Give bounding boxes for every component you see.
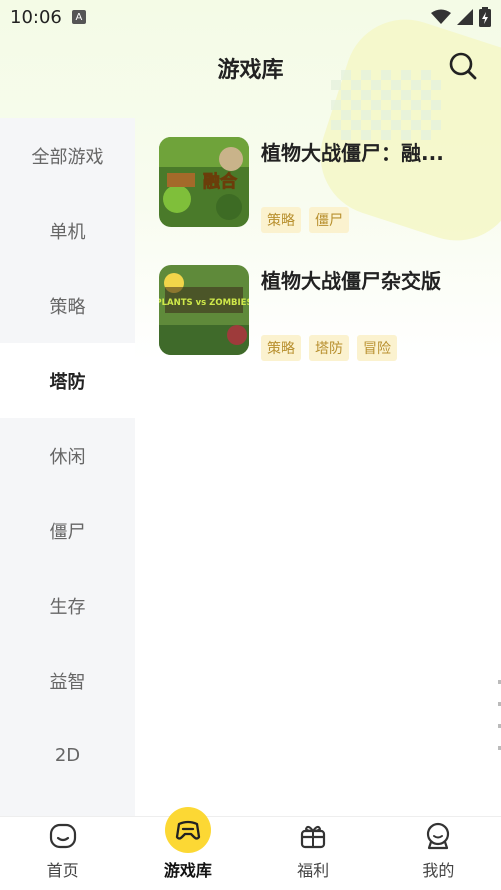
tab-home[interactable]: 首页	[0, 817, 125, 890]
game-tag: 冒险	[357, 335, 397, 361]
status-bar: 10:06 A	[0, 0, 501, 34]
status-left: 10:06 A	[10, 7, 86, 28]
game-thumbnail-image: 融合	[159, 137, 249, 227]
game-tags: 策略 僵尸	[261, 207, 349, 233]
sidebar-item-label: 僵尸	[49, 521, 86, 543]
tab-active-bubble	[164, 807, 211, 853]
sidebar-item-survival[interactable]: 生存	[0, 568, 135, 643]
game-thumbnail: 融合	[159, 137, 249, 227]
sidebar-item-all-games[interactable]: 全部游戏	[0, 118, 135, 193]
game-thumbnail-image: PLANTS vs ZOMBIES	[159, 265, 249, 355]
sidebar-item-casual[interactable]: 休闲	[0, 418, 135, 493]
home-face-icon	[49, 823, 76, 849]
tab-label: 福利	[297, 861, 330, 880]
game-card[interactable]: 融合 植物大战僵尸：融... 策略 僵尸	[159, 137, 479, 233]
wifi-icon	[431, 9, 451, 24]
battery-icon	[479, 7, 491, 27]
sidebar-item-tower-defense[interactable]: 塔防	[0, 343, 135, 418]
tab-game-library[interactable]: 游戏库	[125, 807, 250, 890]
signal-icon	[457, 9, 473, 25]
sidebar-item-zombie[interactable]: 僵尸	[0, 493, 135, 568]
sidebar-item-label: 策略	[49, 296, 86, 318]
page-title: 游戏库	[217, 58, 284, 83]
game-card[interactable]: PLANTS vs ZOMBIES 植物大战僵尸杂交版 策略 塔防 冒险	[159, 265, 479, 361]
app-header: 游戏库	[0, 34, 501, 100]
bottom-tab-bar: 首页 游戏库 福利 我的	[0, 807, 501, 890]
sidebar-item-single-player[interactable]: 单机	[0, 193, 135, 268]
tab-label: 游戏库	[163, 861, 212, 880]
search-button[interactable]	[447, 50, 479, 82]
status-icons	[431, 7, 491, 27]
game-tag: 策略	[261, 207, 301, 233]
sidebar-item-label: 2D	[54, 745, 81, 766]
sidebar-item-puzzle[interactable]: 益智	[0, 643, 135, 718]
tab-mine[interactable]: 我的	[376, 817, 501, 890]
game-thumbnail: PLANTS vs ZOMBIES	[159, 265, 249, 355]
status-time: 10:06	[10, 6, 62, 28]
gift-icon	[301, 825, 326, 849]
sidebar-item-label: 益智	[49, 671, 86, 693]
game-tag: 僵尸	[309, 207, 349, 233]
game-tag: 策略	[261, 335, 301, 361]
game-title: 植物大战僵尸：融...	[261, 141, 444, 165]
tab-label: 我的	[422, 861, 455, 880]
thumbnail-text: PLANTS vs ZOMBIES	[159, 298, 249, 308]
sidebar-item-label: 休闲	[49, 446, 86, 468]
tab-welfare[interactable]: 福利	[251, 817, 376, 890]
search-icon	[449, 52, 477, 80]
sidebar-item-strategy[interactable]: 策略	[0, 268, 135, 343]
sidebar-item-label: 生存	[49, 596, 86, 618]
tab-label: 首页	[46, 861, 79, 880]
sidebar-item-2d[interactable]: 2D	[0, 718, 135, 793]
thumbnail-text: 融合	[203, 171, 238, 192]
category-sidebar: 全部游戏 单机 策略 塔防 休闲 僵尸 生存 益智 2D	[0, 118, 135, 817]
sidebar-item-label: 单机	[49, 221, 86, 243]
profile-icon	[427, 822, 450, 850]
sidebar-item-label: 塔防	[49, 371, 86, 393]
gamepad-icon	[175, 820, 201, 840]
game-tag: 塔防	[309, 335, 349, 361]
sidebar-item-label: 全部游戏	[31, 146, 104, 168]
game-tags: 策略 塔防 冒险	[261, 335, 397, 361]
game-title: 植物大战僵尸杂交版	[261, 269, 441, 293]
notification-icon: A	[71, 10, 86, 24]
